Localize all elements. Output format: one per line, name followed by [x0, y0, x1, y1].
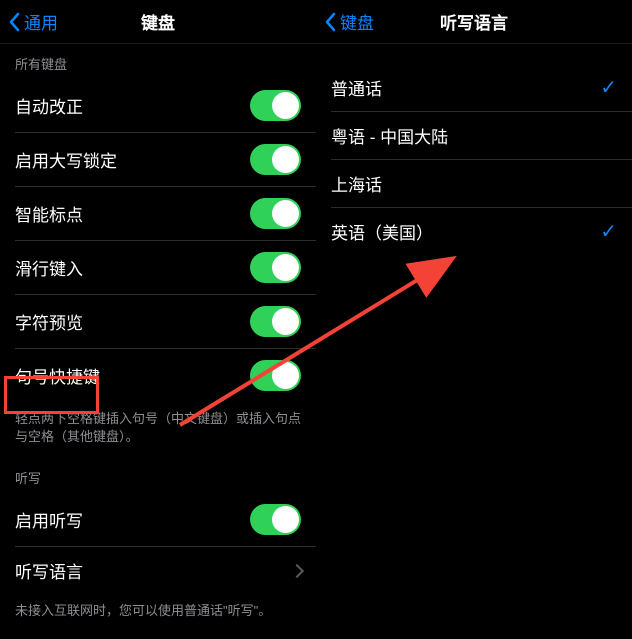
section-header: 听写	[0, 458, 316, 493]
settings-row[interactable]: 自动改正	[0, 79, 316, 132]
back-label: 键盘	[340, 9, 374, 34]
nav-bar: 键盘 听写语言	[316, 0, 632, 44]
row-label: 启用听写	[15, 507, 83, 532]
dictation-language-pane: 键盘 听写语言 普通话 ✓ 粤语 - 中国大陆上海话英语（美国） ✓	[316, 0, 632, 639]
section-footer: 未接入互联网时，您可以使用普通话"听写"。	[0, 594, 316, 632]
privacy-link[interactable]: 关于询问Siri、听写与隐私...	[0, 633, 316, 639]
settings-row[interactable]: 听写语言	[0, 547, 316, 594]
row-label: 粤语 - 中国大陆	[331, 123, 448, 148]
settings-row[interactable]: 句号快捷键	[0, 349, 316, 402]
chevron-left-icon	[324, 12, 336, 32]
nav-title: 键盘	[141, 9, 175, 34]
toggle-switch[interactable]	[250, 504, 301, 535]
checkmark-icon: ✓	[600, 219, 617, 244]
toggle-switch[interactable]	[250, 360, 301, 391]
language-row[interactable]: 粤语 - 中国大陆	[316, 112, 632, 159]
settings-row[interactable]: 启用听写	[0, 493, 316, 546]
section-footer: 轻点两下空格键插入句号（中文键盘）或插入句点与空格（其他键盘）。	[0, 402, 316, 458]
row-label: 上海话	[331, 171, 382, 196]
settings-row[interactable]: 启用大写锁定	[0, 133, 316, 186]
toggle-switch[interactable]	[250, 252, 301, 283]
keyboard-settings-pane: 通用 键盘 所有键盘自动改正启用大写锁定智能标点滑行键入字符预览句号快捷键轻点两…	[0, 0, 316, 639]
toggle-switch[interactable]	[250, 90, 301, 121]
settings-row[interactable]: 智能标点	[0, 187, 316, 240]
row-label: 智能标点	[15, 201, 83, 226]
toggle-switch[interactable]	[250, 198, 301, 229]
row-label: 启用大写锁定	[15, 147, 117, 172]
nav-bar: 通用 键盘	[0, 0, 316, 44]
toggle-switch[interactable]	[250, 306, 301, 337]
back-label: 通用	[24, 9, 58, 34]
row-label: 普通话	[331, 75, 382, 100]
nav-title: 听写语言	[440, 9, 508, 34]
settings-row[interactable]: 字符预览	[0, 295, 316, 348]
toggle-switch[interactable]	[250, 144, 301, 175]
row-label: 听写语言	[15, 558, 83, 583]
back-button[interactable]: 通用	[0, 9, 58, 34]
language-row[interactable]: 上海话	[316, 160, 632, 207]
section-header: 所有键盘	[0, 44, 316, 79]
row-label: 滑行键入	[15, 255, 83, 280]
row-label: 自动改正	[15, 93, 83, 118]
language-row[interactable]: 英语（美国） ✓	[316, 208, 632, 255]
chevron-left-icon	[8, 12, 20, 32]
language-row[interactable]: 普通话 ✓	[316, 64, 632, 111]
row-label: 英语（美国）	[331, 219, 433, 244]
row-label: 句号快捷键	[15, 363, 100, 388]
checkmark-icon: ✓	[600, 75, 617, 100]
row-label: 字符预览	[15, 309, 83, 334]
back-button[interactable]: 键盘	[316, 9, 374, 34]
settings-row[interactable]: 滑行键入	[0, 241, 316, 294]
